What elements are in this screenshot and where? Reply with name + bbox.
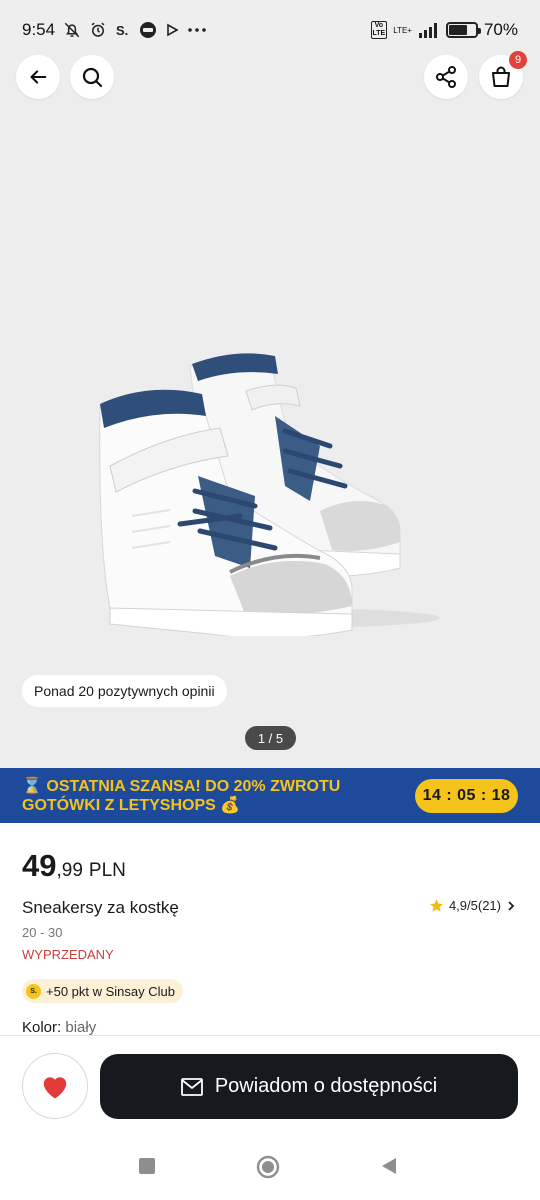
app-icon <box>139 21 157 39</box>
notify-label: Powiadom o dostępności <box>214 1075 438 1097</box>
battery-percent: 70% <box>483 20 518 39</box>
size-range: 20 - 30 <box>22 925 63 940</box>
product-image <box>99 353 440 636</box>
search-icon <box>80 65 104 89</box>
play-icon <box>165 23 179 37</box>
price-decimal: ,99 <box>56 860 83 881</box>
network-label: LTE+ <box>393 25 412 35</box>
more-dots-icon <box>187 27 207 33</box>
price-integer: 49 <box>22 848 57 883</box>
arrow-left-icon <box>27 66 49 88</box>
back-triangle-icon[interactable] <box>380 1157 398 1180</box>
status-time: 9:54 <box>22 20 56 39</box>
price-currency: PLN <box>88 860 126 881</box>
favorite-button[interactable] <box>22 1053 88 1119</box>
sinsay-coin-icon: S. <box>26 983 41 999</box>
battery-level <box>448 25 468 35</box>
cart-button[interactable]: 9 <box>479 51 527 99</box>
search-button[interactable] <box>70 55 114 99</box>
color-row: Kolor: biały <box>22 1019 96 1036</box>
share-icon <box>434 65 458 89</box>
club-points-text: +50 pkt w Sinsay Club <box>46 983 175 999</box>
shopping-bag-icon <box>489 65 513 89</box>
system-nav-bar <box>0 1135 540 1200</box>
share-button[interactable] <box>424 55 468 99</box>
star-icon <box>429 898 444 913</box>
back-button[interactable] <box>16 55 60 99</box>
sold-out-status: WYPRZEDANY <box>22 947 114 962</box>
club-points-badge: S. +50 pkt w Sinsay Club <box>22 979 183 1003</box>
review-count: (21) <box>477 898 501 913</box>
action-bar: Powiadom o dostępności <box>0 1035 540 1135</box>
signal-icon <box>418 22 440 38</box>
status-left: 9:54 S. <box>22 20 207 40</box>
envelope-icon <box>180 1077 203 1096</box>
battery-icon <box>445 22 481 38</box>
svg-text:S.: S. <box>116 23 128 38</box>
volte-icon: Vo LTE <box>370 21 388 39</box>
sinsay-app-icon: S. <box>115 22 131 38</box>
recents-square-icon[interactable] <box>138 1157 156 1180</box>
status-right: Vo LTE LTE+ 70% <box>370 20 518 40</box>
notify-availability-button[interactable]: Powiadom o dostępności <box>100 1054 518 1119</box>
product-gallery[interactable]: 9 Ponad 20 pozytywnych opinii 1 / 5 <box>0 46 540 768</box>
rating-value: 4,9/5 <box>448 898 478 913</box>
bell-off-icon <box>63 21 81 39</box>
price: 49 ,99 PLN <box>22 848 126 884</box>
color-value: biały <box>65 1019 97 1036</box>
reviews-chip[interactable]: Ponad 20 pozytywnych opinii <box>22 675 227 707</box>
product-name: Sneakersy za kostkę <box>22 898 179 917</box>
promo-text: ⌛ OSTATNIA SZANSA! DO 20% ZWROTU GOTÓWKI… <box>22 777 341 814</box>
gallery-pager: 1 / 5 <box>245 726 296 750</box>
home-circle-icon[interactable] <box>256 1155 280 1184</box>
promo-countdown: 14 : 05 : 18 <box>415 778 518 813</box>
chevron-right-icon <box>506 900 516 912</box>
color-label: Kolor: <box>22 1019 62 1036</box>
alarm-icon <box>89 21 107 39</box>
product-screen: 9:54 S. Vo LTE LTE+ 70% 9 Ponad 20 pozyt… <box>0 0 540 1200</box>
rating-link[interactable]: 4,9/5 (21) <box>429 898 516 913</box>
heart-icon <box>40 1072 70 1100</box>
cart-count-badge: 9 <box>509 51 527 69</box>
cashback-promo-banner[interactable]: ⌛ OSTATNIA SZANSA! DO 20% ZWROTU GOTÓWKI… <box>0 768 540 823</box>
